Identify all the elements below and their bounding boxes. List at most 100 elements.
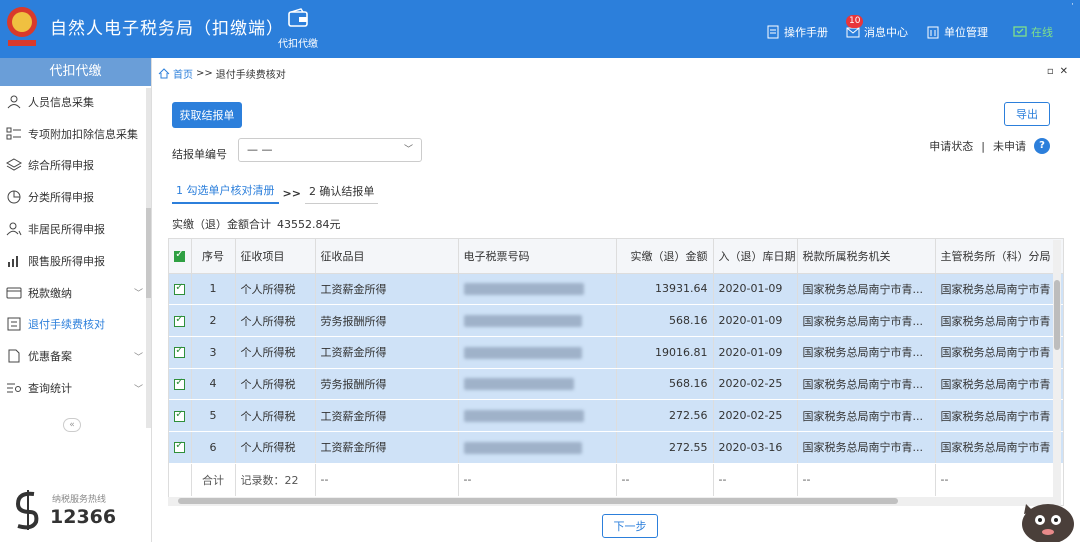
select-all-checkbox[interactable] [169,239,192,274]
bar-chart-icon [8,255,18,267]
person-icon [7,95,21,109]
row-ticket-redacted [458,336,617,369]
mascot-icon[interactable] [1004,490,1080,542]
sidebar-item-label: 税款缴纳 [28,286,72,300]
chevron-down-icon: ﹀ [133,289,143,300]
sidebar-item-special-deduction[interactable]: 专项附加扣除信息采集 [0,118,151,150]
next-step-button[interactable]: 下一步 [602,514,658,538]
checkbox-icon [174,314,186,327]
table-horizontal-scrollbar[interactable] [168,497,1056,506]
breadcrumb-separator: >> [196,68,213,79]
table-vertical-scrollbar[interactable] [1053,240,1061,508]
fetch-report-button[interactable]: 获取结报单 [172,102,242,128]
step-2[interactable]: 2 确认结报单 [304,183,379,204]
manual-label: 操作手册 [784,26,828,39]
col-header[interactable]: 主管税务所（科）分局 [935,239,1063,274]
help-icon[interactable]: ? [1034,138,1050,154]
unit-management-button[interactable]: 单位管理 [926,24,988,40]
export-button[interactable]: 导出 [1004,102,1050,126]
status-value: 未申请 [993,140,1026,153]
document-icon [7,317,21,331]
row-authority: 国家税务总局南宁市青... [797,336,936,369]
col-header[interactable]: 入（退）库日期 [713,239,798,274]
manual-button[interactable]: 操作手册 [766,24,828,40]
tab-label: 代扣代缴 [278,39,318,50]
row-checkbox[interactable] [169,399,192,432]
checkbox-icon [174,377,186,390]
row-authority: 国家税务总局南宁市青... [797,399,936,432]
hotline: 纳税服务热线 12366 [10,488,116,532]
sidebar-item-query-stats[interactable]: 查询统计 ﹀ [0,372,151,404]
breadcrumb: 首页 >> 退付手续费核对 [158,66,286,81]
row-checkbox[interactable] [169,431,192,464]
chevron-down-icon: ﹀ [133,352,143,363]
row-ticket-redacted [458,399,617,432]
row-branch: 国家税务总局南宁市青 [935,273,1063,306]
table-row[interactable]: 2 个人所得税 劳务报酬所得 568.16 2020-01-09 国家税务总局南… [169,304,1063,337]
row-date: 2020-03-16 [713,431,798,464]
sidebar-item-label: 分类所得申报 [28,191,94,205]
hotline-logo-icon [15,490,39,530]
row-date: 2020-02-25 [713,368,798,401]
col-header[interactable]: 实缴（退）金额 [616,239,714,274]
sidebar-item-classified-income[interactable]: 分类所得申报 [0,181,151,213]
message-count-badge: 10 [846,15,864,28]
sidebar-item-comprehensive-income[interactable]: 综合所得申报 [0,150,151,182]
sidebar-item-label: 查询统计 [28,382,72,396]
breadcrumb-home[interactable]: 首页 [173,66,193,81]
row-branch: 国家税务总局南宁市青 [935,399,1063,432]
footer-placeholder: -- [458,462,617,497]
row-branch: 国家税务总局南宁市青 [935,336,1063,369]
col-header[interactable]: 序号 [191,239,236,274]
checkbox-icon [174,249,186,262]
wallet-icon [6,287,22,299]
row-date: 2020-01-09 [713,304,798,337]
document-icon [767,25,779,39]
sidebar-item-person-info[interactable]: 人员信息采集 [0,86,151,118]
table-footer-row: 合计 记录数：22 -- -- -- -- -- -- [169,462,1063,497]
sidebar-collapse-button[interactable]: « [63,418,81,432]
row-checkbox[interactable] [169,368,192,401]
checkbox-icon [174,440,186,454]
table-row[interactable]: 1 个人所得税 工资薪金所得 13931.64 2020-01-09 国家税务总… [169,273,1063,306]
table-row[interactable]: 5 个人所得税 工资薪金所得 272.56 2020-02-25 国家税务总局南… [169,399,1063,432]
row-amount: 272.55 [616,431,714,464]
row-authority: 国家税务总局南宁市青... [797,368,936,401]
national-emblem-logo [7,7,37,46]
table-row[interactable]: 6 个人所得税 工资薪金所得 272.55 2020-03-16 国家税务总局南… [169,431,1063,464]
row-no: 2 [191,304,236,337]
file-icon [8,349,20,363]
checkbox-icon [174,282,186,295]
step-1[interactable]: 1 勾选单户核对清册 [172,182,279,204]
col-header[interactable]: 税款所属税务机关 [797,239,936,274]
row-item: 个人所得税 [235,304,316,337]
step-indicator: 1 勾选单户核对清册 >> 2 确认结报单 [172,182,379,204]
close-icon[interactable]: ✕ [1060,66,1074,77]
col-header[interactable]: 征收品目 [315,239,459,274]
window-controls[interactable]: ▫✕ [1047,66,1074,77]
row-authority: 国家税务总局南宁市青... [797,431,936,464]
col-header[interactable]: 征收项目 [235,239,316,274]
hotline-label: 纳税服务热线 [52,495,107,505]
sidebar-item-tax-payment[interactable]: 税款缴纳 ﹀ [0,277,151,309]
row-date: 2020-01-09 [713,336,798,369]
window-dots-icon[interactable]: · [1071,0,1074,10]
sidebar-item-label: 非居民所得申报 [28,223,105,237]
main-content: 首页 >> 退付手续费核对 ▫✕ 获取结报单 导出 申请状态 | 未申请 ? 结… [152,58,1080,542]
row-checkbox[interactable] [169,273,192,306]
table-row[interactable]: 3 个人所得税 工资薪金所得 19016.81 2020-01-09 国家税务总… [169,336,1063,369]
sidebar-item-fee-verification[interactable]: 退付手续费核对 [0,309,151,341]
row-checkbox[interactable] [169,304,192,337]
sidebar-item-restricted-shares[interactable]: 限售股所得申报 [0,245,151,277]
row-category: 工资薪金所得 [315,273,459,306]
sidebar-scrollbar[interactable] [146,88,151,428]
sidebar-item-preferential-filing[interactable]: 优惠备案 ﹀ [0,340,151,372]
table-row[interactable]: 4 个人所得税 劳务报酬所得 568.16 2020-02-25 国家税务总局南… [169,368,1063,401]
report-no-select[interactable]: — — ﹀ [238,138,422,162]
restore-icon[interactable]: ▫ [1047,66,1060,77]
row-checkbox[interactable] [169,336,192,369]
tab-withholding[interactable]: 代扣代缴 [270,6,326,54]
online-status[interactable]: 在线 [1013,24,1053,40]
col-header[interactable]: 电子税票号码 [458,239,617,274]
sidebar-item-nonresident-income[interactable]: 非居民所得申报 [0,213,151,245]
